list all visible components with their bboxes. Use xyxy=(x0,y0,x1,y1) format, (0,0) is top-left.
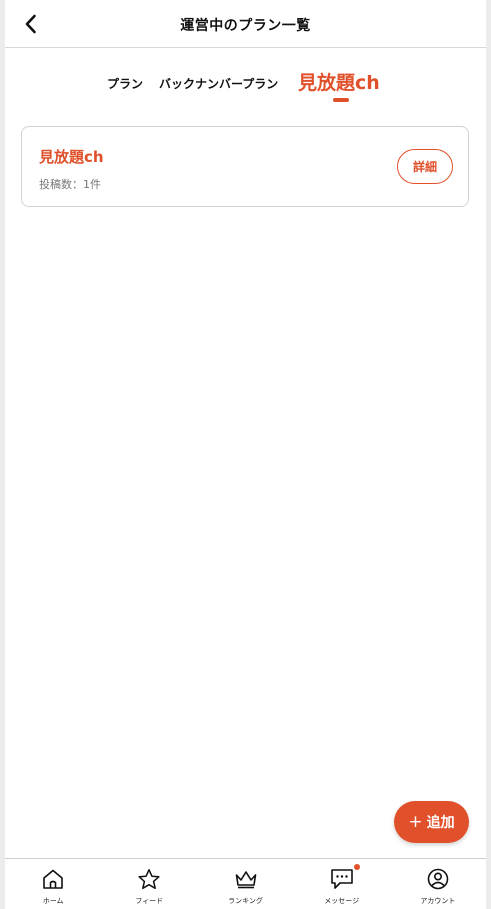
notification-dot xyxy=(353,864,360,870)
bottom-navigation: ホーム フィード ランキング メッセージ アカウント xyxy=(5,858,486,909)
page-title: 運営中のプラン一覧 xyxy=(180,18,311,34)
crown-icon xyxy=(233,867,259,891)
nav-label-home: ホーム xyxy=(42,897,64,905)
app-header: 運営中のプラン一覧 xyxy=(5,0,486,48)
screen: 運営中のプラン一覧 プラン バックナンバープラン 見放題ch 見放題ch 投稿数… xyxy=(5,0,486,909)
chat-icon xyxy=(329,867,355,891)
star-icon xyxy=(136,867,162,891)
nav-item-account[interactable]: アカウント xyxy=(390,859,486,909)
nav-item-home[interactable]: ホーム xyxy=(5,859,101,909)
nav-label-feed: フィード xyxy=(135,897,164,905)
plus-icon: + xyxy=(408,811,423,832)
plan-tabs: プラン バックナンバープラン 見放題ch xyxy=(5,66,486,106)
tab-backnumber-plan[interactable]: バックナンバープラン xyxy=(159,75,278,92)
nav-label-ranking: ランキング xyxy=(228,897,263,905)
detail-button[interactable]: 詳細 xyxy=(397,149,453,184)
plan-card: 見放題ch 投稿数：1件 詳細 xyxy=(21,126,469,207)
nav-label-account: アカウント xyxy=(420,897,456,905)
nav-item-ranking[interactable]: ランキング xyxy=(197,859,293,909)
add-button-label: 追加 xyxy=(426,815,455,831)
nav-label-message: メッセージ xyxy=(324,897,360,905)
tab-unlimited-ch[interactable]: 見放題ch xyxy=(298,68,380,95)
add-button[interactable]: + 追加 xyxy=(394,801,469,843)
active-tab-indicator xyxy=(333,98,349,102)
account-icon xyxy=(425,867,451,891)
nav-item-message[interactable]: メッセージ xyxy=(294,859,390,909)
plan-name: 見放題ch xyxy=(39,148,104,166)
nav-item-feed[interactable]: フィード xyxy=(101,859,197,909)
home-icon xyxy=(40,867,66,891)
tab-plan[interactable]: プラン xyxy=(107,75,143,92)
plan-post-count: 投稿数：1件 xyxy=(39,178,101,191)
